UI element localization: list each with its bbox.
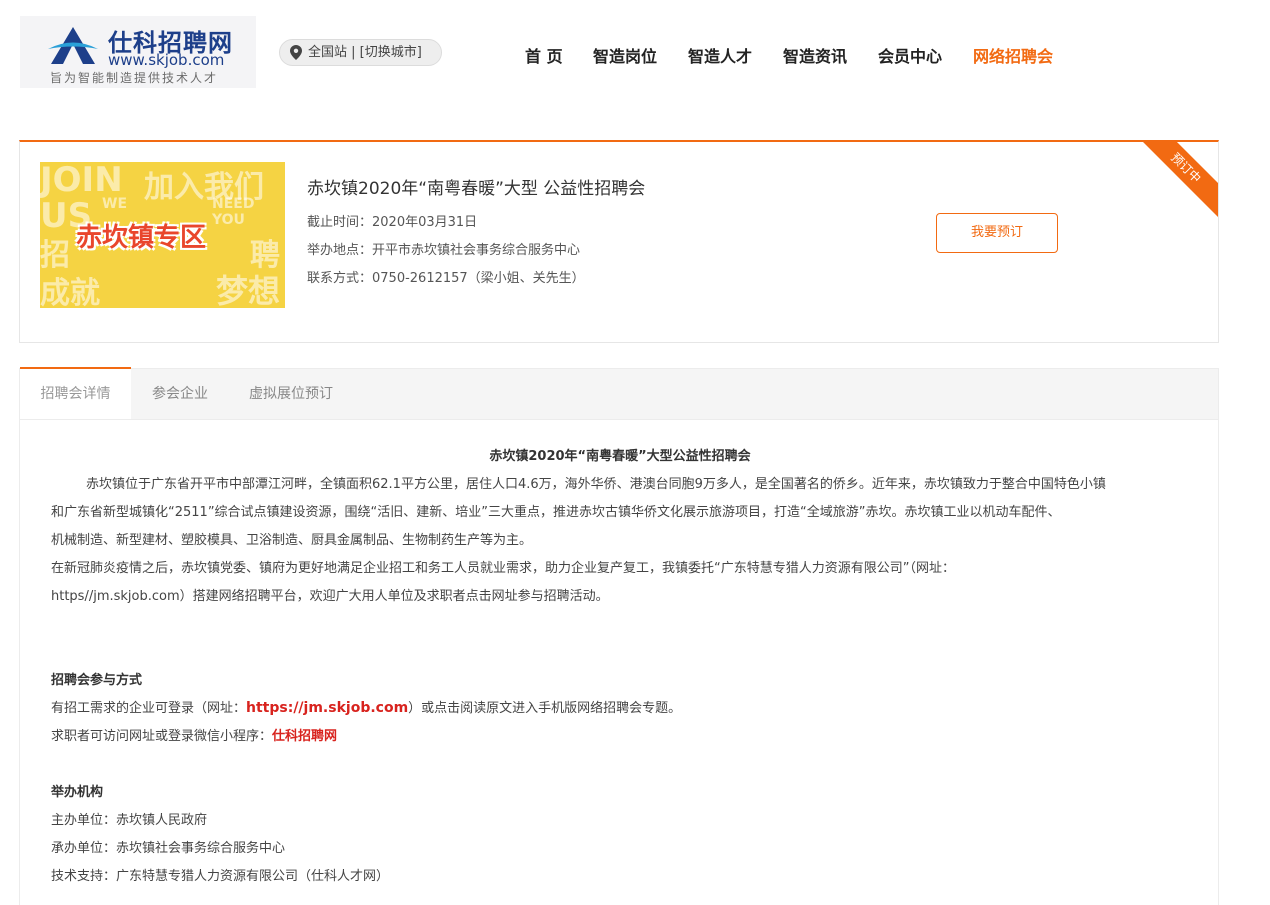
nav-news[interactable]: 智造资讯 xyxy=(783,43,847,67)
city-switcher-label: 全国站 | [切换城市] xyxy=(308,45,422,60)
nav-talent[interactable]: 智造人才 xyxy=(688,43,752,67)
nav-online-job-fair[interactable]: 网络招聘会 xyxy=(973,43,1053,67)
fair-deadline: 截止时间：2020年03月31日 xyxy=(307,215,478,230)
logo-slogan: 旨为智能制造提供技术人才 xyxy=(50,71,219,85)
intro-line: 在新冠肺炎疫情之后，赤坎镇党委、镇府为更好地满足企业招工和务工人员就业需求，助力… xyxy=(51,561,955,576)
organizer-undertaker: 承办单位：赤坎镇社会事务综合服务中心 xyxy=(51,841,286,856)
fair-contact: 联系方式：0750-2612157（梁小姐、关先生） xyxy=(307,271,585,286)
banner-bg-word: 梦想 xyxy=(216,272,281,308)
fair-banner-image[interactable]: JOIN 加入我们 US WE NEED YOU 招 聘 成就 梦想 赤坎镇专区 xyxy=(40,162,285,308)
participation-line-jobseekers: 求职者可访问网址或登录微信小程序：仕科招聘网 xyxy=(51,725,337,744)
intro-line: 赤坎镇位于广东省开平市中部潭江河畔，全镇面积62.1平方公里，居住人口4.6万，… xyxy=(86,477,1106,492)
employer-site-link[interactable]: https://jm.skjob.com xyxy=(246,700,408,716)
tab-participating-companies[interactable]: 参会企业 xyxy=(131,369,229,420)
organizer-host: 主办单位：赤坎镇人民政府 xyxy=(51,813,208,828)
participation-text: 有招工需求的企业可登录（网址： xyxy=(51,701,247,716)
nav-home[interactable]: 首 页 xyxy=(525,43,563,67)
organizer-tech-support: 技术支持：广东特慧专猎人力资源有限公司（仕科人才网） xyxy=(51,869,390,884)
intro-line: 和广东省新型城镇化“2511”综合试点镇建设资源，围绕“活旧、建新、培业”三大重… xyxy=(51,505,1061,520)
banner-bg-word: NEED YOU xyxy=(212,196,255,228)
banner-bg-word: JOIN xyxy=(40,162,123,200)
participation-text: 求职者可访问网址或登录微信小程序： xyxy=(51,729,273,744)
organizers-heading: 举办机构 xyxy=(51,785,104,800)
fair-tabs: 招聘会详情 参会企业 虚拟展位预订 xyxy=(19,367,1219,420)
nav-member-center[interactable]: 会员中心 xyxy=(878,43,942,67)
job-fair-card: JOIN 加入我们 US WE NEED YOU 招 聘 成就 梦想 赤坎镇专区… xyxy=(19,140,1219,343)
site-logo[interactable]: 仕科招聘网 www.skjob.com 旨为智能制造提供技术人才 xyxy=(20,16,256,88)
tab-virtual-booth-booking[interactable]: 虚拟展位预订 xyxy=(229,369,353,420)
detail-heading: 赤坎镇2020年“南粤春暖”大型公益性招聘会 xyxy=(489,449,751,464)
banner-title: 赤坎镇专区 xyxy=(76,223,207,253)
participation-line-employers: 有招工需求的企业可登录（网址：https://jm.skjob.com）或点击阅… xyxy=(51,697,681,716)
location-pin-icon xyxy=(290,45,302,60)
intro-line: https//jm.skjob.com）搭建网络招聘平台，欢迎广大用人单位及求职… xyxy=(51,589,609,604)
intro-line: 机械制造、新型建材、塑胶模具、卫浴制造、厨具金属制品、生物制药生产等为主。 xyxy=(51,533,533,548)
participation-heading: 招聘会参与方式 xyxy=(51,673,143,688)
mini-program-link[interactable]: 仕科招聘网 xyxy=(272,729,337,744)
nav-jobs[interactable]: 智造岗位 xyxy=(593,43,657,67)
logo-mark-icon xyxy=(48,27,98,64)
status-ribbon: 预订中 xyxy=(1128,142,1218,226)
fair-location: 举办地点：开平市赤坎镇社会事务综合服务中心 xyxy=(307,243,581,258)
participation-text: ）或点击阅读原文进入手机版网络招聘会专题。 xyxy=(408,701,682,716)
fair-title: 赤坎镇2020年“南粤春暖”大型 公益性招聘会 xyxy=(307,179,646,199)
logo-url: www.skjob.com xyxy=(108,51,225,69)
banner-bg-word: WE xyxy=(102,196,128,212)
banner-bg-word: 成就 xyxy=(40,276,100,308)
tab-fair-details[interactable]: 招聘会详情 xyxy=(20,367,131,419)
book-booth-button[interactable]: 我要预订 xyxy=(936,213,1058,253)
fair-detail-content: 赤坎镇2020年“南粤春暖”大型公益性招聘会 赤坎镇位于广东省开平市中部潭江河畔… xyxy=(19,419,1219,905)
city-switcher[interactable]: 全国站 | [切换城市] xyxy=(279,39,442,66)
